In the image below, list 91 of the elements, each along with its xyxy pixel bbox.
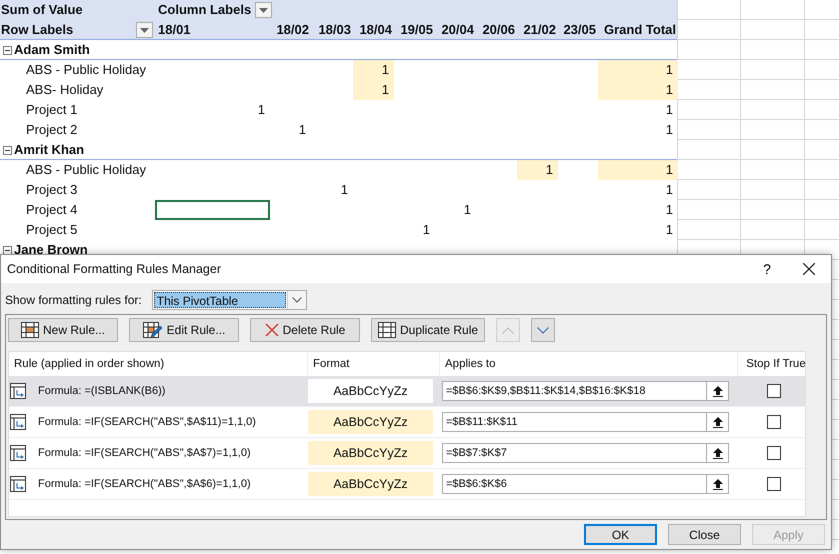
upload-arrow-icon xyxy=(712,416,722,428)
filter-dropdown-button[interactable] xyxy=(136,22,153,38)
group-label: Adam Smith xyxy=(14,41,90,59)
stop-if-true-checkbox[interactable] xyxy=(767,477,781,491)
edit-rule-button[interactable]: Edit Rule... xyxy=(129,318,239,342)
applies-to-field[interactable]: =$B$6:$K$6 xyxy=(442,474,729,494)
column-header: 18/04 xyxy=(358,21,393,39)
delete-rule-button[interactable]: Delete Rule xyxy=(250,318,360,342)
table-cell-text: 1 xyxy=(664,121,674,139)
close-icon xyxy=(803,263,815,275)
applies-to-field[interactable]: =$B$7:$K$7 xyxy=(442,443,729,463)
rule-formula: Formula: =IF(SEARCH("ABS",$A$7)=1,1,0) xyxy=(38,447,251,459)
applies-to-field[interactable]: =$B$11:$K$11 xyxy=(442,412,729,432)
column-header: Stop If True xyxy=(745,357,807,372)
rule-formula: Formula: =IF(SEARCH("ABS",$A$6)=1,1,0) xyxy=(38,478,251,490)
rule-row[interactable]: Formula: =(ISBLANK(B6)) AaBbCcYyZz =$B$6:$K$9,$B$11:$K$14,$B$16:$K$18 xyxy=(9,376,805,407)
format-preview: AaBbCcYyZz xyxy=(308,472,433,496)
format-preview: AaBbCcYyZz xyxy=(308,441,433,465)
row-label: Project 1 xyxy=(25,101,78,119)
upload-arrow-icon xyxy=(712,448,722,458)
chevron-down-icon xyxy=(292,297,302,303)
table-cell: 1 xyxy=(517,160,558,180)
row-label: Project 5 xyxy=(25,221,78,239)
rule-formula: Formula: =IF(SEARCH("ABS",$A$11)=1,1,0) xyxy=(38,416,256,428)
column-header: 18/03 xyxy=(317,21,352,39)
column-header: 18/01 xyxy=(157,21,192,39)
table-cell-text: 1 xyxy=(462,201,472,219)
rule-row[interactable]: Formula: =IF(SEARCH("ABS",$A$7)=1,1,0) AaBbCcYyZz =$B$7:$K$7 xyxy=(9,438,805,469)
group-label: Jane Brown xyxy=(14,241,88,259)
table-cell: 1 xyxy=(598,60,678,80)
table-cell-text: 1 xyxy=(664,221,674,239)
stop-if-true-checkbox[interactable] xyxy=(767,415,781,429)
ok-button[interactable]: OK xyxy=(584,524,657,545)
pivot-header-label: Sum of Value xyxy=(0,1,84,19)
row-label: ABS- Holiday xyxy=(25,81,104,99)
dialog-title: Conditional Formatting Rules Manager xyxy=(7,262,222,276)
applies-to-field[interactable]: =$B$6:$K$9,$B$11:$K$14,$B$16:$K$18 xyxy=(442,381,729,401)
column-header: 21/02 xyxy=(522,21,557,39)
duplicate-rule-button[interactable]: Duplicate Rule xyxy=(371,318,486,342)
column-labels-header: Column Labels xyxy=(158,1,252,19)
table-cell-text: 1 xyxy=(340,181,349,199)
table-cell: 1 xyxy=(598,160,678,180)
upload-arrow-icon xyxy=(712,478,722,490)
collapse-icon[interactable] xyxy=(3,246,12,254)
caret-icon xyxy=(140,28,149,32)
row-label: ABS - Public Holiday xyxy=(25,161,147,179)
chevron-up-icon xyxy=(502,326,514,334)
field-label: Show formatting rules for: xyxy=(5,293,142,307)
column-header: 18/02 xyxy=(275,21,310,39)
table-cell-text: 1 xyxy=(664,181,674,199)
table-cell-text: 1 xyxy=(256,101,266,119)
rules-scope-dropdown[interactable]: This PivotTable xyxy=(152,290,307,310)
collapse-icon[interactable] xyxy=(3,146,12,154)
row-labels-header: Row Labels xyxy=(1,21,74,39)
caret-icon xyxy=(259,8,268,12)
group-label: Amrit Khan xyxy=(14,141,84,159)
rule-row[interactable]: Formula: =IF(SEARCH("ABS",$A$11)=1,1,0) AaBbCcYyZz =$B$11:$K$11 xyxy=(9,407,805,438)
chevron-down-icon xyxy=(537,326,550,334)
column-header: 19/05 xyxy=(399,21,434,39)
table-pencil-icon xyxy=(142,322,163,338)
table-cell-text: 1 xyxy=(664,101,674,119)
row-label: Project 4 xyxy=(25,201,78,219)
table-cell-text: 1 xyxy=(664,201,674,219)
table-cell-text: 1 xyxy=(298,121,307,139)
new-rule-button[interactable]: New Rule... xyxy=(8,318,118,342)
filter-dropdown-button[interactable] xyxy=(255,2,272,18)
table-cell: 1 xyxy=(598,80,678,100)
row-label: ABS - Public Holiday xyxy=(25,61,147,79)
dialog-button[interactable]: Close xyxy=(668,524,741,545)
row-label: Project 3 xyxy=(25,181,78,199)
format-preview: AaBbCcYyZz xyxy=(308,410,433,434)
column-header: 23/05 xyxy=(562,21,597,39)
stop-if-true-checkbox[interactable] xyxy=(767,384,781,398)
delete-x-icon xyxy=(264,323,279,337)
table-cell-text: 1 xyxy=(422,221,431,239)
stop-if-true-checkbox[interactable] xyxy=(767,446,781,460)
collapse-icon[interactable] xyxy=(3,46,12,54)
format-preview: AaBbCcYyZz xyxy=(308,379,433,403)
rule-formula: Formula: =(ISBLANK(B6)) xyxy=(38,385,166,397)
column-header: 20/06 xyxy=(481,21,516,39)
down-rule-button[interactable] xyxy=(531,318,556,342)
table-cell: 1 xyxy=(353,60,394,80)
row-label: Project 2 xyxy=(25,121,78,139)
rule-row[interactable]: Formula: =IF(SEARCH("ABS",$A$6)=1,1,0) AaBbCcYyZz =$B$6:$K$6 xyxy=(9,469,805,500)
help-button[interactable]: ? xyxy=(747,255,787,283)
column-header: Grand Total xyxy=(603,21,677,39)
table-cell: 1 xyxy=(353,80,394,100)
column-header: 20/04 xyxy=(440,21,475,39)
table-icon xyxy=(20,322,39,338)
table-icon xyxy=(378,322,396,338)
upload-arrow-icon xyxy=(712,386,722,396)
